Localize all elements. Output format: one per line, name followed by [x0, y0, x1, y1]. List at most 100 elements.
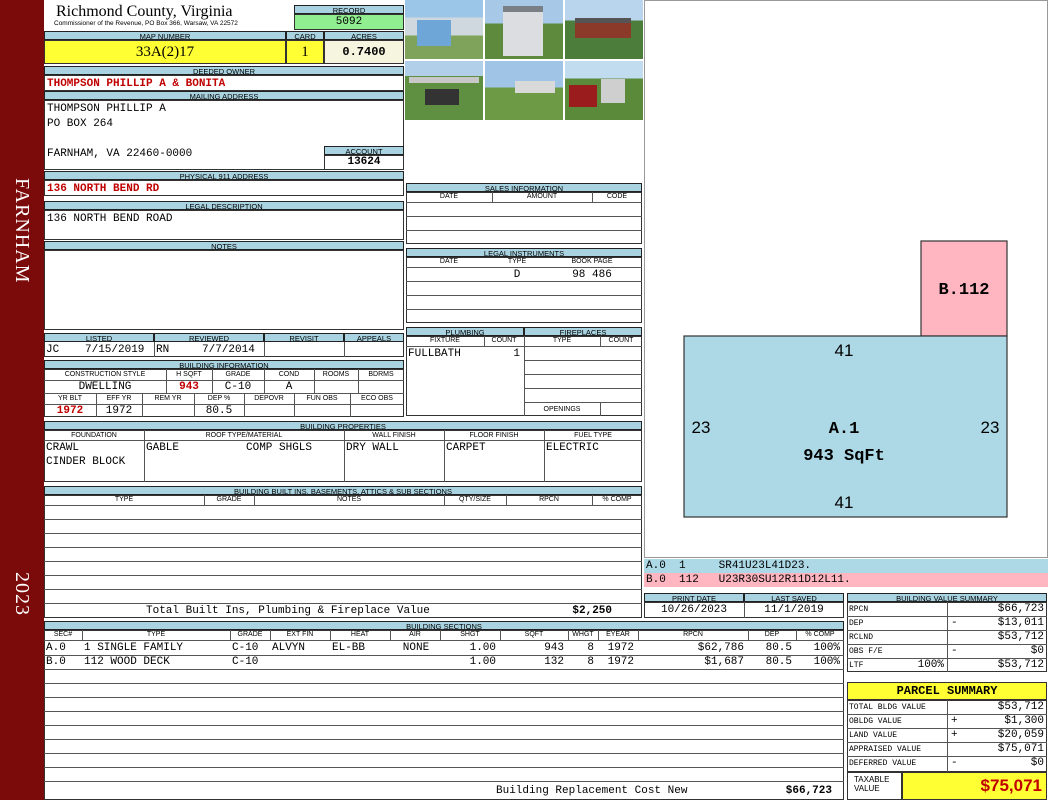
- parcel-summary-label: APPRAISED VALUE: [849, 745, 922, 754]
- builtins-box: [44, 495, 642, 618]
- builtins-total-label: Total Built Ins, Plumbing & Fireplace Va…: [146, 605, 430, 617]
- notes-box: [44, 250, 404, 330]
- sections-col-divider: [330, 630, 331, 640]
- replacement-cost-value: $66,723: [785, 785, 832, 797]
- section-cell-shgt: 1.00: [469, 642, 496, 654]
- sections-col-header: EYEAR: [606, 631, 630, 638]
- sections-row-line: [44, 655, 844, 656]
- photo-yard-icon[interactable]: [485, 61, 563, 120]
- sections-row-line: [44, 683, 844, 684]
- parcel-summary-title: PARCEL SUMMARY: [847, 682, 1047, 700]
- plumbing-count-label: COUNT: [491, 337, 517, 344]
- foundation-value-1: CRAWL: [46, 442, 80, 454]
- deeded-owner-header: DEEDED OWNER: [44, 66, 404, 75]
- sections-row-line: [44, 767, 844, 768]
- wall-finish-value: DRY WALL: [346, 442, 399, 454]
- sidebar: FARNHAM 2023: [0, 0, 44, 800]
- sections-col-divider: [500, 630, 501, 640]
- sections-col-divider: [748, 630, 749, 640]
- section-cell-grade: C-10: [232, 642, 259, 654]
- cond-label: COND: [278, 371, 300, 378]
- builtins-notes-label: NOTES: [336, 496, 362, 503]
- sections-col-divider: [638, 630, 639, 640]
- legal-description-box: 136 NORTH BEND ROAD: [44, 210, 404, 240]
- sales-header: SALES INFORMATION: [406, 183, 642, 192]
- sketch-a-area: 943 SqFt: [803, 447, 885, 466]
- map-number-value: 33A(2)17: [44, 40, 286, 64]
- value-summary-value: $53,712: [997, 631, 1044, 643]
- photo-carport-icon[interactable]: [405, 61, 483, 120]
- appeals-header: APPEALS: [344, 333, 404, 342]
- photo-house-icon[interactable]: [565, 0, 643, 59]
- map-number-header: MAP NUMBER: [44, 31, 286, 40]
- sections-row-line: [44, 711, 844, 712]
- section-cell-sec: B.0: [46, 656, 66, 668]
- value-summary-value: $66,723: [997, 603, 1044, 615]
- sketch-right-dim: 23: [981, 418, 1000, 437]
- parcel-summary-label: OBLDG VALUE: [849, 717, 902, 726]
- photo-shed-front-icon[interactable]: [485, 0, 563, 59]
- fireplaces-header: FIREPLACES: [524, 327, 642, 336]
- sketch-line-a-text: A.0 1 SR41U23L41D23.: [646, 560, 812, 572]
- parcel-summary-label: TOTAL BLDG VALUE: [849, 703, 926, 712]
- section-cell-whgt: 8: [587, 656, 594, 668]
- sketch-drawing: B.112 41 41 23 23 A.1 943 SqFt: [683, 240, 1008, 518]
- parcel-summary-value: $1,300: [1004, 715, 1044, 727]
- builtins-header: BUILDING BUILT INS, BASEMENTS, ATTICS & …: [44, 486, 642, 495]
- wall-finish-label: WALL FINISH: [372, 432, 416, 439]
- sections-col-header: RPCN: [683, 631, 703, 638]
- photo-truck-icon[interactable]: [565, 61, 643, 120]
- depovr-label: DEPOVR: [254, 395, 284, 402]
- sections-col-header: % COMP: [805, 631, 835, 638]
- reviewed-by: RN: [156, 344, 170, 356]
- fireplace-type-label: TYPE: [552, 337, 572, 344]
- sections-row-line: [44, 753, 844, 754]
- taxable-label: TAXABLE VALUE: [847, 772, 902, 800]
- reviewed-header: REVIEWED: [154, 333, 264, 342]
- parcel-summary-divider: [847, 728, 1047, 729]
- parcel-summary-divider: [847, 756, 1047, 757]
- value-summary-label: DEP: [849, 619, 864, 628]
- section-cell-whgt: 8: [587, 642, 594, 654]
- card-header: CARD: [286, 31, 324, 40]
- hsqft-label: H SQFT: [176, 371, 202, 378]
- parcel-summary-value: $53,712: [997, 701, 1044, 713]
- sketch-line-b-text: B.0 112 U23R30SU12R11D12L11.: [646, 574, 851, 586]
- sketch-line-b: B.0 112 U23R30SU12R11D12L11.: [644, 573, 1048, 587]
- roof-label: ROOF TYPE/MATERIAL: [205, 432, 283, 439]
- account-value: 13624: [324, 155, 404, 170]
- sketch-a-label: A.1: [829, 420, 860, 439]
- sections-col-divider: [270, 630, 271, 640]
- sketch-bottom-dim: 41: [835, 493, 854, 512]
- sections-col-divider: [598, 630, 599, 640]
- mailing-line-1: THOMPSON PHILLIP A: [47, 103, 166, 115]
- roof-type-value: GABLE: [146, 442, 180, 454]
- sales-date-label: DATE: [439, 193, 459, 200]
- section-cell-eyear: 1972: [607, 642, 634, 654]
- value-summary-divider: [847, 644, 1047, 645]
- dep-value: 80.5: [205, 405, 233, 417]
- photo-shed-side-icon[interactable]: [405, 0, 483, 59]
- sections-col-divider: [390, 630, 391, 640]
- section-cell-type: 1 SINGLE FAMILY: [84, 642, 184, 654]
- deeded-owner-box: THOMPSON PHILLIP A & BONITA: [44, 75, 404, 91]
- fireplace-count-label: COUNT: [608, 337, 634, 344]
- last-saved-header: LAST SAVED: [744, 593, 844, 602]
- sections-col-header: WHGT: [572, 631, 594, 638]
- value-summary-divider: [847, 658, 1047, 659]
- yrblt-value: 1972: [56, 405, 84, 417]
- grade-label: GRADE: [225, 371, 251, 378]
- sketch-b-label: B.112: [938, 281, 989, 300]
- plumbing-header: PLUMBING: [406, 327, 524, 336]
- card-value: 1: [286, 40, 324, 64]
- parcel-summary-value: $75,071: [997, 743, 1044, 755]
- section-cell-air: NONE: [402, 642, 430, 654]
- section-cell-sqft: 943: [544, 642, 564, 654]
- mailing-line-3: FARNHAM, VA 22460-0000: [47, 148, 193, 160]
- print-date-value: 10/26/2023: [660, 604, 727, 616]
- parcel-summary-label: LAND VALUE: [849, 731, 898, 740]
- sections-col-divider: [230, 630, 231, 640]
- ecoobs-label: ECO OBS: [361, 395, 393, 402]
- instrument-type-label: TYPE: [507, 258, 527, 265]
- building-sections-header: BUILDING SECTIONS: [44, 621, 844, 630]
